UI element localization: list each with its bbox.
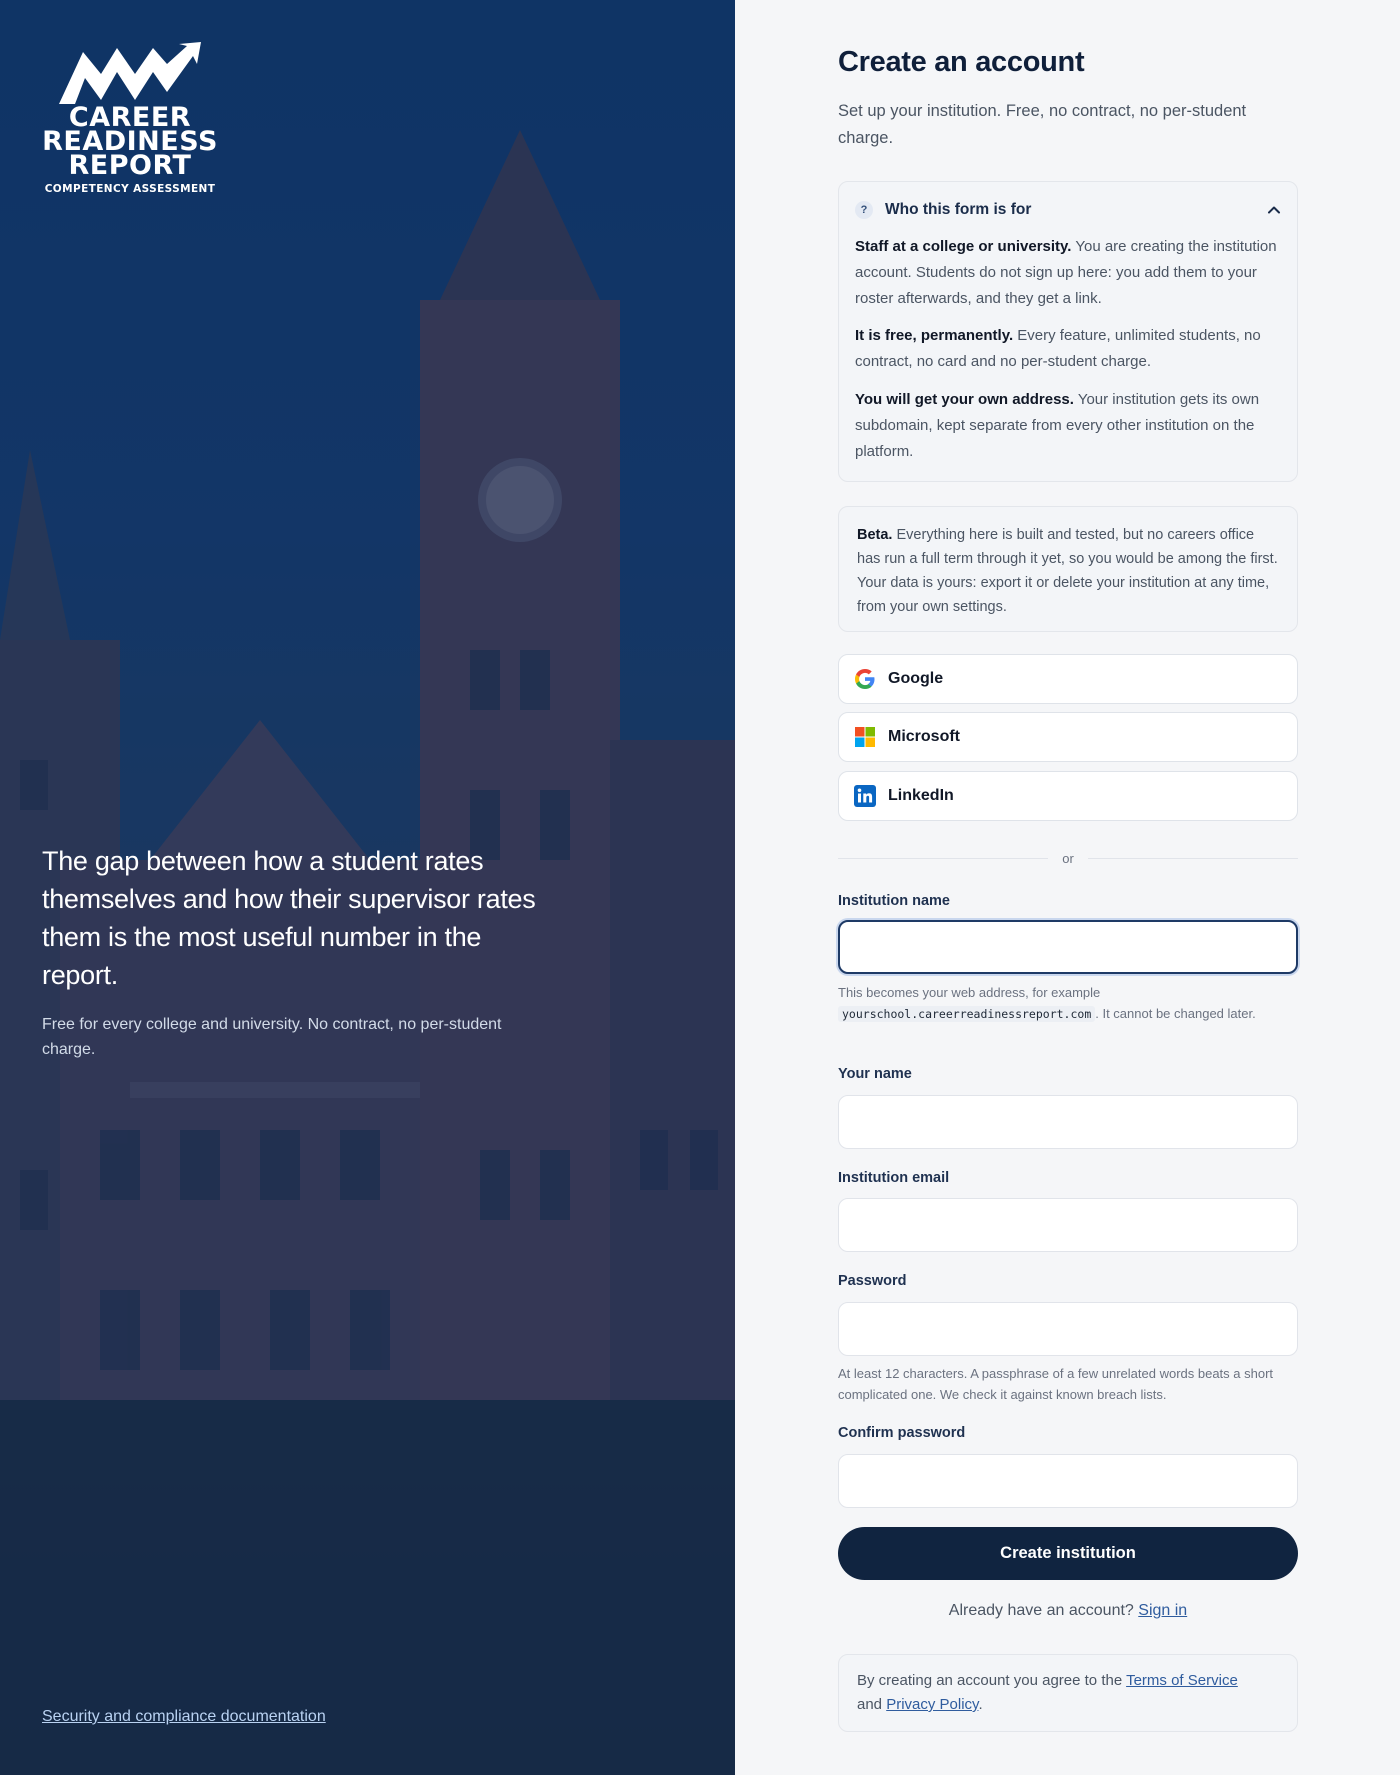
create-institution-button[interactable]: Create institution [838, 1527, 1298, 1580]
question-icon: ? [855, 201, 873, 219]
google-icon [855, 669, 875, 689]
linkedin-label: LinkedIn [888, 787, 954, 804]
logo-tagline: COMPETENCY ASSESSMENT [44, 183, 216, 195]
institution-name-input[interactable] [838, 920, 1298, 974]
beta-text: Beta. Everything here is built and teste… [857, 523, 1281, 619]
faq-title: Who this form is for [885, 201, 1032, 218]
institution-name-label: Institution name [838, 893, 950, 909]
google-signin-button[interactable]: Google [838, 654, 1298, 704]
hero-subtext: Free for every college and university. N… [42, 1016, 502, 1058]
beta-body: Everything here is built and tested, but… [857, 527, 1278, 615]
institution-email-input[interactable] [838, 1198, 1298, 1252]
security-docs-link[interactable]: Security and compliance documentation [42, 1708, 326, 1726]
divider-line [838, 857, 1049, 859]
your-name-input[interactable] [838, 1095, 1298, 1149]
logo-text-report: REPORT [68, 150, 192, 181]
logo: CAREER READINESS REPORT COMPETENCY ASSES… [42, 42, 218, 195]
confirm-password-input[interactable] [838, 1454, 1298, 1508]
help-text: This becomes your web address, for examp… [838, 985, 1101, 1000]
terms-of-service-link[interactable]: Terms of Service [1126, 1672, 1238, 1689]
divider-line [1087, 857, 1298, 859]
password-help: At least 12 characters. A passphrase of … [838, 1366, 1274, 1402]
faq-item-address: You will get your own address. Your inst… [855, 387, 1283, 465]
faq-item-free: It is free, permanently. Every feature, … [855, 323, 1283, 375]
terms-end: . [978, 1696, 983, 1713]
institution-email-label: Institution email [838, 1170, 950, 1186]
terms-notice: By creating an account you agree to the … [838, 1654, 1298, 1732]
linkedin-signin-button[interactable]: LinkedIn [838, 771, 1298, 821]
faq-item-bold: It is free, permanently. [855, 327, 1014, 344]
example-subdomain: yourschool.careerreadinessreport.com [838, 1006, 1096, 1022]
privacy-policy-link[interactable]: Privacy Policy [886, 1696, 978, 1713]
faq-item-staff: Staff at a college or university. You ar… [855, 234, 1283, 312]
google-label: Google [888, 670, 944, 687]
microsoft-signin-button[interactable]: Microsoft [838, 712, 1298, 762]
page-subtitle: Set up your institution. Free, no contra… [838, 102, 1247, 147]
terms-and: and [857, 1696, 883, 1713]
faq-item-bold: You will get your own address. [855, 391, 1074, 408]
password-label: Password [838, 1273, 907, 1289]
institution-name-help: This becomes your web address, for examp… [838, 982, 1298, 1025]
hero-quote: The gap between how a student rates them… [42, 846, 536, 990]
page-title: Create an account [838, 46, 1085, 78]
chevron-up-icon[interactable] [1267, 203, 1281, 217]
signin-prompt-text: Already have an account? [948, 1602, 1134, 1619]
linkedin-icon [854, 785, 876, 807]
signin-prompt: Already have an account? Sign in [838, 1602, 1298, 1620]
password-input[interactable] [838, 1302, 1298, 1356]
who-form-is-for-panel: ? Who this form is for Staff at a colleg… [838, 181, 1298, 482]
logo-chart-arrow-icon [59, 42, 201, 104]
faq-toggle[interactable]: ? Who this form is for [855, 198, 1281, 222]
microsoft-icon [855, 727, 875, 747]
beta-label: Beta. [857, 527, 893, 543]
terms-text: By creating an account you agree to the … [857, 1669, 1281, 1717]
signin-link[interactable]: Sign in [1138, 1602, 1187, 1619]
or-divider: or [838, 846, 1298, 870]
divider-or: or [1062, 850, 1074, 866]
confirm-password-label: Confirm password [838, 1425, 966, 1441]
your-name-label: Your name [838, 1066, 912, 1082]
signup-panel: Create an account Set up your institutio… [735, 0, 1400, 1775]
microsoft-label: Microsoft [888, 728, 960, 745]
hero-panel: CAREER READINESS REPORT COMPETENCY ASSES… [0, 0, 735, 1775]
terms-prefix: By creating an account you agree to the [857, 1672, 1123, 1689]
help-text: . It cannot be changed later. [1095, 1006, 1256, 1021]
beta-notice: Beta. Everything here is built and teste… [838, 506, 1298, 632]
faq-item-bold: Staff at a college or university. [855, 238, 1072, 255]
